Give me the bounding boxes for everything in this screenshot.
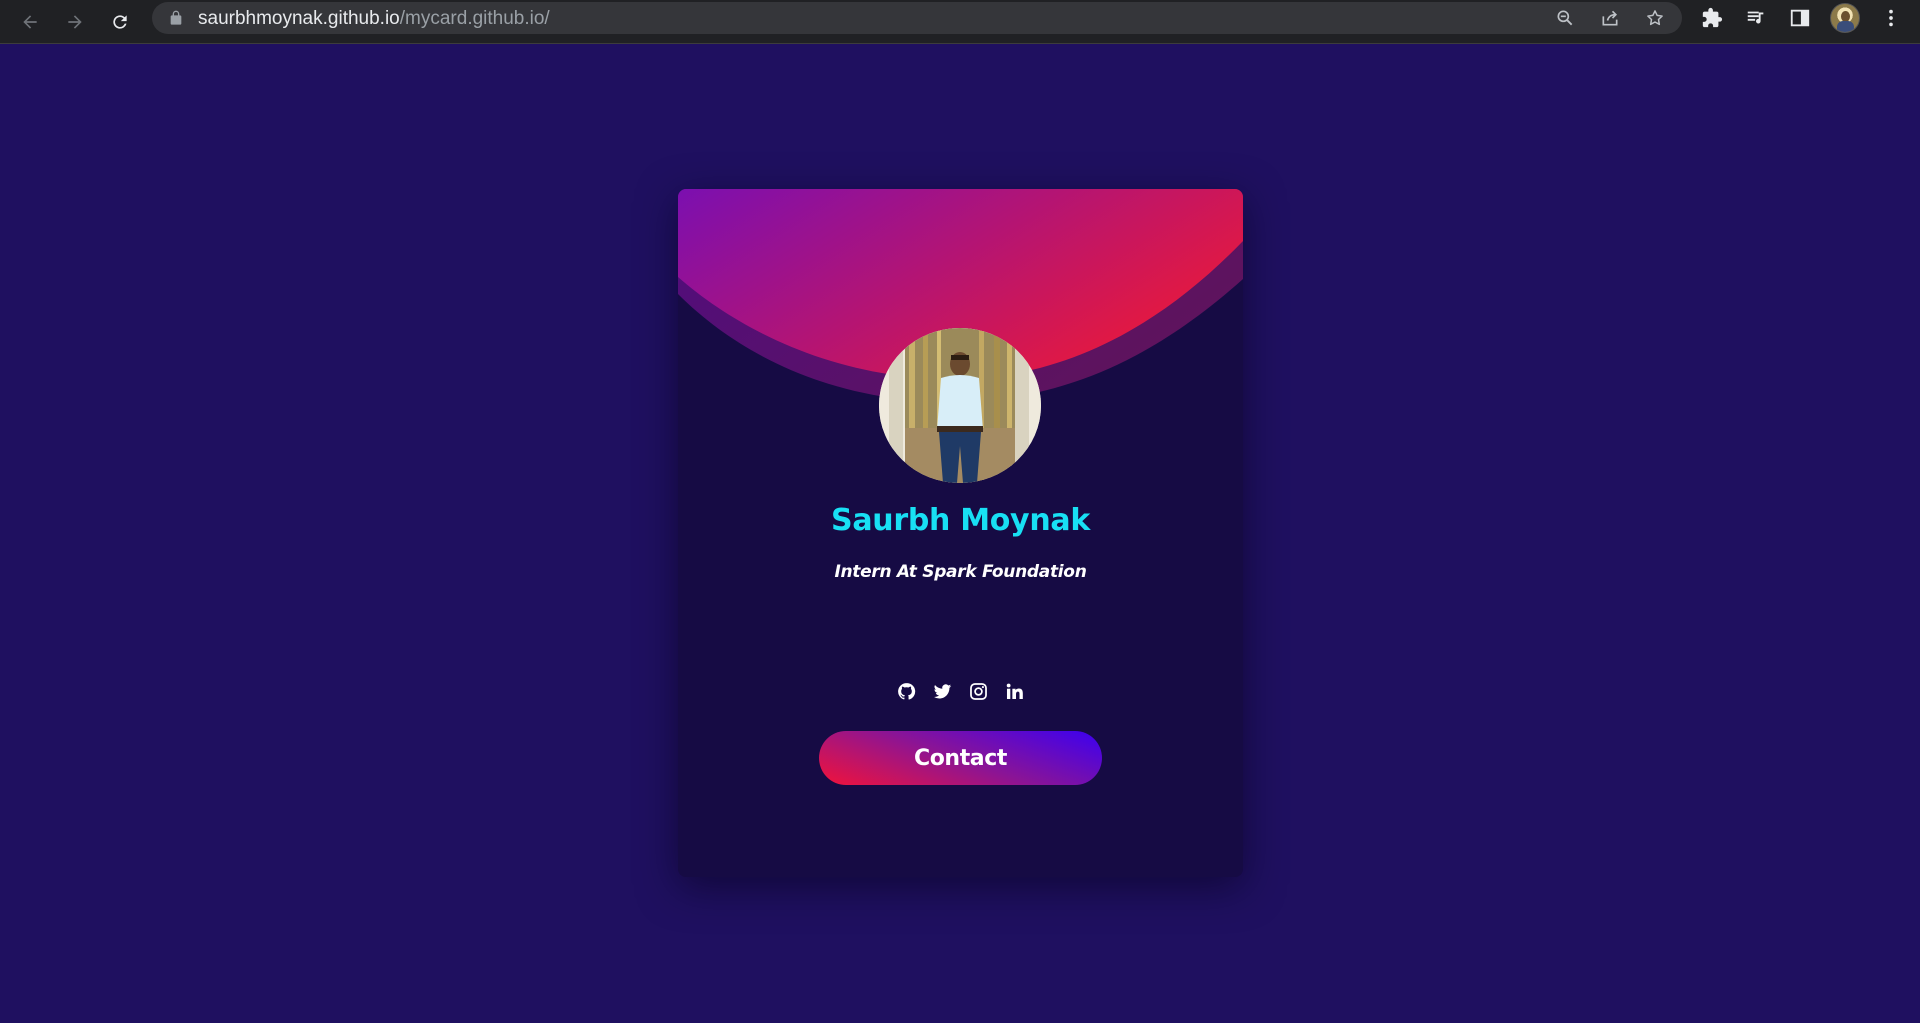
contact-button[interactable]: Contact — [819, 731, 1102, 785]
profile-body-shape — [1837, 21, 1854, 32]
media-queue-button[interactable] — [1743, 5, 1769, 31]
github-link[interactable] — [897, 681, 917, 701]
twitter-link[interactable] — [933, 681, 953, 701]
profile-name: Saurbh Moynak — [831, 503, 1090, 538]
instagram-icon — [970, 682, 987, 700]
bookmark-star-icon — [1647, 10, 1663, 26]
twitter-icon — [933, 683, 952, 698]
browser-toolbar: saurbhmoynak.github.io/mycard.github.io/ — [0, 0, 1920, 44]
share-button[interactable] — [1598, 6, 1622, 30]
url-path: /mycard.github.io/ — [399, 8, 550, 29]
browser-menu-button[interactable] — [1878, 5, 1904, 31]
back-icon — [23, 15, 37, 29]
back-button[interactable] — [14, 6, 46, 38]
side-panel-icon — [1790, 9, 1810, 27]
extensions-button[interactable] — [1699, 5, 1725, 31]
profile-photo — [879, 328, 1041, 483]
profile-avatar[interactable] — [1830, 3, 1860, 33]
url-host: saurbhmoynak.github.io — [198, 8, 400, 29]
social-links — [678, 681, 1243, 701]
reload-icon — [113, 15, 127, 29]
page-background: Saurbh Moynak Intern At Spark Foundation… — [0, 44, 1920, 1023]
profile-role: Intern At Spark Foundation — [834, 562, 1087, 582]
address-bar[interactable]: saurbhmoynak.github.io/mycard.github.io/ — [152, 2, 1682, 34]
side-panel-button[interactable] — [1787, 5, 1813, 31]
zoom-button[interactable] — [1553, 6, 1577, 30]
media-queue-icon — [1747, 11, 1764, 24]
profile-photo-image — [879, 328, 1041, 483]
zoom-icon — [1557, 10, 1573, 26]
github-icon — [898, 682, 916, 700]
forward-icon — [68, 15, 82, 29]
forward-button[interactable] — [59, 6, 91, 38]
linkedin-link[interactable] — [1005, 681, 1025, 701]
menu-kebab-icon — [1889, 9, 1893, 27]
linkedin-icon — [1006, 683, 1023, 699]
reload-button[interactable] — [104, 6, 136, 38]
extensions-icon — [1702, 7, 1723, 28]
bookmark-button[interactable] — [1643, 6, 1667, 30]
lock-icon — [170, 10, 182, 25]
profile-card: Saurbh Moynak Intern At Spark Foundation… — [678, 189, 1243, 877]
url-text: saurbhmoynak.github.io/mycard.github.io/ — [198, 2, 550, 34]
instagram-link[interactable] — [969, 681, 989, 701]
share-icon — [1602, 10, 1618, 26]
